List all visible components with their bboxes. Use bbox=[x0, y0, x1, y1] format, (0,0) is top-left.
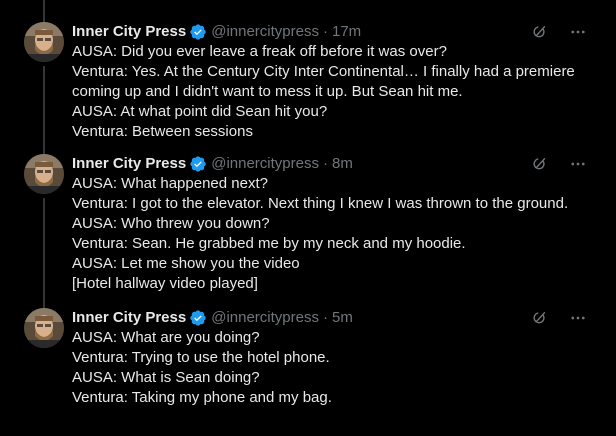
grok-icon[interactable] bbox=[530, 308, 550, 328]
avatar[interactable] bbox=[24, 308, 64, 348]
tweet-actions bbox=[530, 22, 588, 42]
tweet-text-line: AUSA: What happened next? bbox=[72, 175, 268, 192]
avatar-image bbox=[24, 22, 64, 62]
tweet-text-line: coming up and I didn't want to mess it u… bbox=[72, 83, 463, 100]
author-name[interactable]: Inner City Press bbox=[72, 154, 186, 174]
tweet-text: AUSA: Did you ever leave a freak off bef… bbox=[72, 42, 592, 142]
author-name[interactable]: Inner City Press bbox=[72, 308, 186, 328]
more-icon[interactable] bbox=[568, 308, 588, 328]
verified-badge-icon bbox=[189, 23, 207, 41]
thread-line bbox=[43, 66, 45, 154]
verified-badge-icon bbox=[189, 155, 207, 173]
separator: · bbox=[322, 155, 328, 172]
grok-icon[interactable] bbox=[530, 22, 550, 42]
timestamp[interactable]: 5m bbox=[332, 308, 353, 328]
tweet-text-line: Ventura: Taking my phone and my bag. bbox=[72, 389, 332, 406]
timestamp[interactable]: 8m bbox=[332, 154, 353, 174]
thread-line bbox=[43, 198, 45, 308]
author-handle[interactable]: @innercitypress bbox=[211, 308, 319, 328]
tweet-text-line: Ventura: I got to the elevator. Next thi… bbox=[72, 195, 569, 212]
more-icon[interactable] bbox=[568, 22, 588, 42]
thread-line bbox=[43, 0, 45, 22]
timestamp[interactable]: 17m bbox=[332, 22, 361, 42]
author-handle[interactable]: @innercitypress bbox=[211, 22, 319, 42]
tweet-actions bbox=[530, 308, 588, 328]
tweet-text-line: Ventura: Trying to use the hotel phone. bbox=[72, 349, 330, 366]
tweet-text-line: Ventura: Between sessions bbox=[72, 123, 253, 140]
avatar[interactable] bbox=[24, 22, 64, 62]
author-name[interactable]: Inner City Press bbox=[72, 22, 186, 42]
tweet-header: Inner City Press @innercitypress · 8m bbox=[72, 154, 353, 174]
avatar[interactable] bbox=[24, 154, 64, 194]
tweet-text-line: AUSA: Did you ever leave a freak off bef… bbox=[72, 43, 447, 60]
avatar-image bbox=[24, 308, 64, 348]
verified-badge-icon bbox=[189, 309, 207, 327]
tweet-text-line: AUSA: What are you doing? bbox=[72, 329, 260, 346]
avatar-image bbox=[24, 154, 64, 194]
tweet-actions bbox=[530, 154, 588, 174]
tweet-header: Inner City Press @innercitypress · 17m bbox=[72, 22, 361, 42]
tweet-text-line: Ventura: Yes. At the Century City Inter … bbox=[72, 63, 575, 80]
tweet-text-line: Ventura: Sean. He grabbed me by my neck … bbox=[72, 235, 466, 252]
tweet-text: AUSA: What are you doing? Ventura: Tryin… bbox=[72, 328, 592, 408]
separator: · bbox=[322, 309, 328, 326]
more-icon[interactable] bbox=[568, 154, 588, 174]
tweet-text-line: AUSA: Who threw you down? bbox=[72, 215, 270, 232]
author-handle[interactable]: @innercitypress bbox=[211, 154, 319, 174]
tweet-text: AUSA: What happened next? Ventura: I got… bbox=[72, 174, 592, 294]
grok-icon[interactable] bbox=[530, 154, 550, 174]
tweet-header: Inner City Press @innercitypress · 5m bbox=[72, 308, 353, 328]
tweet-text-line: AUSA: At what point did Sean hit you? bbox=[72, 103, 328, 120]
tweet-text-line: AUSA: What is Sean doing? bbox=[72, 369, 260, 386]
tweet-text-line: [Hotel hallway video played] bbox=[72, 275, 258, 292]
separator: · bbox=[322, 23, 328, 40]
tweet-text-line: AUSA: Let me show you the video bbox=[72, 255, 300, 272]
